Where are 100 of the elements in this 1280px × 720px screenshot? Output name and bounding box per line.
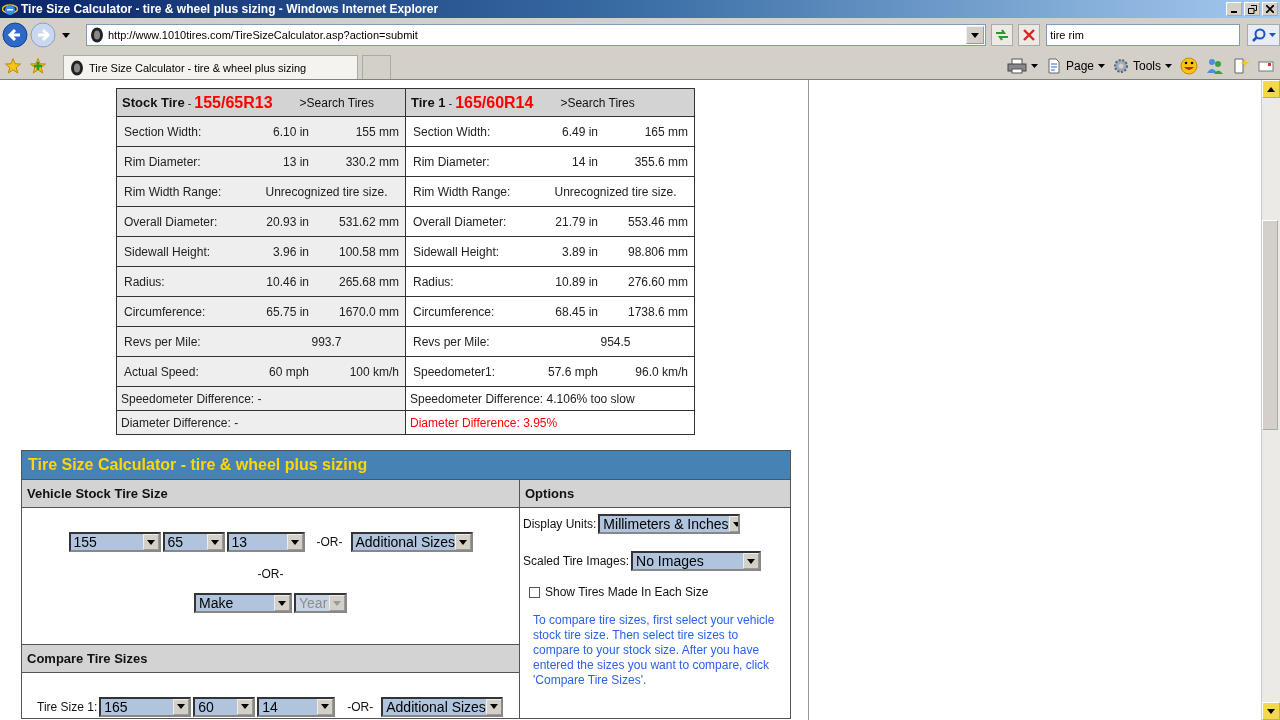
tire-size: 165/60R14: [455, 93, 534, 112]
dropdown[interactable]: 14: [257, 696, 336, 717]
dropdown[interactable]: 60: [193, 696, 256, 717]
caret-icon: [747, 558, 756, 564]
close-icon: [1266, 5, 1274, 13]
search-field[interactable]: tire rim: [1046, 24, 1241, 46]
or-text: -OR-: [257, 567, 284, 581]
search-tires-link[interactable]: >Search Tires: [560, 95, 635, 110]
scroll-up-button[interactable]: [1262, 80, 1280, 98]
spec-label: Sidewall Height:: [413, 244, 501, 259]
restore-button[interactable]: [1244, 2, 1260, 16]
spec-label: Radius:: [413, 274, 455, 289]
refresh-button[interactable]: [991, 24, 1014, 46]
dropdown[interactable]: No Images: [631, 551, 762, 571]
scroll-down-button[interactable]: [1262, 702, 1280, 720]
caret-icon: [732, 521, 739, 527]
spec-label: Rim Width Range:: [124, 184, 223, 199]
spec-label: Section Width:: [413, 124, 492, 139]
spec-value: 265.68 mm: [337, 274, 399, 289]
command-menu[interactable]: Tools: [1113, 57, 1172, 74]
stop-button[interactable]: [1018, 24, 1041, 46]
spec-value: 21.79 in: [554, 214, 598, 229]
minimize-button[interactable]: [1226, 2, 1242, 16]
spec-value: 96.0 km/h: [634, 364, 688, 379]
down-arrow-icon: [1267, 708, 1275, 714]
scrollbar-thumb[interactable]: [1262, 220, 1278, 430]
dropdown[interactable]: 65: [162, 532, 225, 552]
caret-icon: [177, 704, 186, 709]
spec-value: 6.10 in: [271, 124, 309, 139]
spec-value: 1738.6 mm: [626, 304, 688, 319]
diameter-difference: Diameter Difference: -: [121, 415, 239, 430]
dropdown[interactable]: 165: [99, 696, 192, 717]
spec-label: Overall Diameter:: [124, 214, 219, 229]
or-text: -OR-: [347, 699, 374, 714]
spec-value: 10.89 in: [554, 274, 598, 289]
option-label: Scaled Tire Images:: [523, 554, 630, 568]
spec-value: Unrecognized tire size.: [264, 184, 389, 199]
sparkle-page-icon[interactable]: [1232, 56, 1250, 75]
spec-value: 276.60 mm: [626, 274, 688, 289]
spec-label: Circumference:: [413, 304, 496, 319]
caret-icon[interactable]: [61, 32, 70, 38]
section-heading: Options: [520, 480, 790, 508]
section-heading: Compare Tire Sizes: [22, 645, 519, 673]
caret-icon[interactable]: [1030, 63, 1038, 68]
browser-logo-icon: [2, 1, 18, 17]
spec-label: Section Width:: [124, 124, 203, 139]
command-menu[interactable]: Page: [1045, 57, 1105, 74]
mail-icon[interactable]: [1258, 58, 1274, 73]
dropdown[interactable]: Millimeters & Inches: [598, 514, 741, 534]
caret-icon: [1165, 63, 1172, 68]
printer-icon[interactable]: [1006, 57, 1027, 74]
search-button[interactable]: [1247, 24, 1280, 46]
spec-label: Rim Diameter:: [413, 154, 491, 169]
spec-value: 98.806 mm: [626, 244, 688, 259]
spec-value: 6.49 in: [560, 124, 598, 139]
tire-heading: Stock Tire: [122, 95, 185, 110]
caret-icon: [333, 600, 341, 606]
spec-label: Circumference:: [124, 304, 207, 319]
spec-value: 330.2 mm: [344, 154, 399, 169]
caret-icon: [489, 704, 498, 709]
window-title: Tire Size Calculator - tire & wheel plus sizing - Windows Internet Explorer: [21, 2, 440, 16]
option-label: Display Units:: [523, 517, 597, 531]
smiley-icon[interactable]: [1180, 56, 1198, 75]
speedometer-difference: Speedometer Difference: 4.106% too slow: [410, 391, 635, 406]
spec-value: 13 in: [281, 154, 309, 169]
separator-text: -: [448, 96, 453, 109]
spec-value: 3.89 in: [560, 244, 598, 259]
tire-icon: [89, 27, 104, 43]
checkbox[interactable]: [529, 586, 540, 598]
spec-value: 57.6 mph: [546, 364, 598, 379]
dropdown[interactable]: Make: [194, 593, 292, 613]
spec-value: 155 mm: [354, 124, 399, 139]
or-text: -OR-: [316, 535, 343, 549]
caret-icon: [971, 32, 980, 38]
dropdown[interactable]: Additional Sizes: [350, 532, 473, 552]
dropdown[interactable]: 155: [68, 532, 161, 552]
spec-label: Sidewall Height:: [124, 244, 212, 259]
spec-label: Rim Diameter:: [124, 154, 202, 169]
spec-value: 954.5: [599, 334, 632, 349]
spec-value: 3.96 in: [271, 244, 309, 259]
star-icon[interactable]: [5, 57, 21, 74]
spec-label: Actual Speed:: [124, 364, 200, 379]
dropdown[interactable]: 13: [226, 532, 305, 552]
section-heading: Vehicle Stock Tire Size: [22, 480, 519, 508]
caret-icon: [290, 539, 299, 545]
browser-tab[interactable]: Tire Size Calculator - tire & wheel plus sizing: [63, 55, 358, 79]
dropdown[interactable]: Additional Sizes: [381, 696, 504, 717]
address-field[interactable]: http://www.1010tires.com/TireSizeCalculator.asp?action=submit: [85, 24, 987, 46]
spec-value: 100.58 mm: [337, 244, 399, 259]
checkbox-label: Show Tires Made In Each Size: [545, 585, 709, 599]
search-tires-link[interactable]: >Search Tires: [299, 95, 374, 110]
back-button[interactable]: [2, 22, 28, 48]
dropdown-button[interactable]: [966, 26, 985, 44]
spec-label: Radius:: [124, 274, 166, 289]
spec-value: 165 mm: [643, 124, 688, 139]
caret-icon: [321, 704, 330, 709]
close-button[interactable]: [1262, 2, 1278, 16]
spec-label: Revs per Mile:: [124, 334, 202, 349]
speedometer-difference: Speedometer Difference: -: [121, 391, 262, 406]
spec-label: Revs per Mile:: [413, 334, 491, 349]
